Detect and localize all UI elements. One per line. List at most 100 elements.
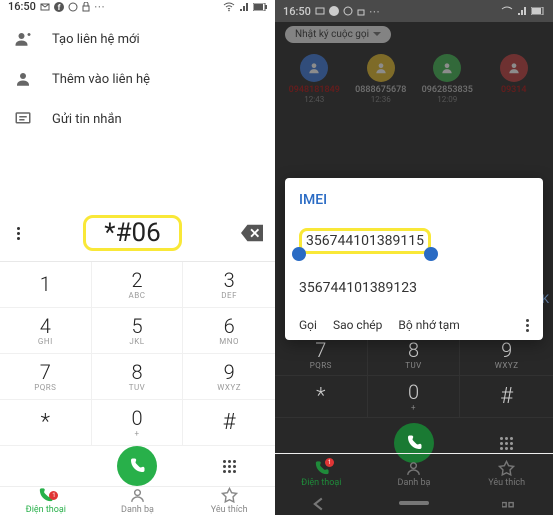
keypad: 1 2ABC 3DEF 4GHI 5JKL 6MNO 7PQRS 8TUV 9W… xyxy=(0,261,275,446)
key-star[interactable]: * xyxy=(0,400,92,446)
star-icon xyxy=(221,487,238,504)
call-button[interactable] xyxy=(117,446,157,486)
contacts-icon xyxy=(129,487,146,504)
context-actions: Gọi Sao chép Bộ nhớ tạm xyxy=(299,318,529,332)
lock-icon xyxy=(357,6,365,16)
nav-recent[interactable] xyxy=(502,497,516,511)
key-6[interactable]: 6MNO xyxy=(183,308,275,354)
dialed-number: *#06 xyxy=(83,215,181,251)
facebook-icon: f xyxy=(54,2,64,12)
avatar-icon xyxy=(500,54,528,82)
key-star: * xyxy=(275,376,368,418)
action-more[interactable] xyxy=(526,319,529,332)
phone-badge: 1 xyxy=(325,458,334,467)
menu-label: Gửi tin nhắn xyxy=(52,112,122,127)
dialog-title: IMEI xyxy=(299,192,529,208)
tab-favorites[interactable]: Yêu thích xyxy=(183,487,275,515)
status-bar: 16:50 f ⋯ xyxy=(0,0,275,13)
new-contact-icon xyxy=(14,30,32,48)
dial-more-button[interactable] xyxy=(12,227,24,240)
tab-label: Danh bạ xyxy=(121,505,154,515)
svg-text:f: f xyxy=(57,3,60,12)
key-9: 9WXYZ xyxy=(460,334,553,376)
recent-contact[interactable]: 0962853835 12:09 xyxy=(417,54,477,104)
status-time: 16:50 xyxy=(283,5,311,18)
menu-label: Tạo liên hệ mới xyxy=(52,32,140,47)
dialer-action-row xyxy=(0,446,275,486)
tab-label: Yêu thích xyxy=(211,505,248,515)
nav-home[interactable] xyxy=(399,501,429,507)
messenger-icon xyxy=(343,6,353,16)
menu-label: Thêm vào liên hệ xyxy=(52,72,150,87)
phone-badge: 1 xyxy=(49,491,58,500)
selection-handle-left[interactable] xyxy=(292,247,306,261)
status-more: ⋯ xyxy=(94,0,105,13)
key-8: 8TUV xyxy=(368,334,461,376)
key-hash[interactable]: # xyxy=(183,400,275,446)
avatar-icon xyxy=(433,54,461,82)
wifi-icon xyxy=(223,2,235,12)
key-3[interactable]: 3DEF xyxy=(183,262,275,308)
keypad-toggle-button[interactable] xyxy=(223,460,236,473)
battery-icon xyxy=(531,7,545,15)
status-bar: 16:50 ⋯ xyxy=(275,0,553,22)
recent-contact[interactable]: 0888675678 12:36 xyxy=(351,54,411,104)
menu-add-to-contact[interactable]: Thêm vào liên hệ xyxy=(0,59,275,99)
notif-icon xyxy=(315,6,325,16)
messenger-icon xyxy=(68,2,78,12)
dial-display-row: *#06 xyxy=(0,215,275,261)
tab-phone[interactable]: 1 Điện thoại xyxy=(0,487,92,515)
nav-back[interactable] xyxy=(312,497,326,511)
key-1[interactable]: 1 xyxy=(0,262,92,308)
action-call[interactable]: Gọi xyxy=(299,318,317,332)
tab-contacts[interactable]: Danh bạ xyxy=(92,487,184,515)
key-8[interactable]: 8TUV xyxy=(92,354,184,400)
recent-contacts: 0948181849 12:43 0888675678 12:36 096285… xyxy=(275,54,553,104)
signal-icon xyxy=(239,2,249,12)
bottom-tabs: 1 Điện thoại Danh bạ Yêu thích xyxy=(0,486,275,515)
imei-2[interactable]: 356744101389123 xyxy=(299,274,529,302)
key-0: 0+ xyxy=(368,376,461,418)
recent-contact[interactable]: 09314 xyxy=(484,54,544,104)
phone-icon xyxy=(128,457,146,475)
backspace-button[interactable] xyxy=(241,224,263,242)
contacts-icon xyxy=(405,460,422,477)
bottom-tabs: 1 Điện thoại Danh bạ Yêu thích xyxy=(275,453,553,493)
key-2[interactable]: 2ABC xyxy=(92,262,184,308)
contact-icon xyxy=(14,70,32,88)
menu-new-contact[interactable]: Tạo liên hệ mới xyxy=(0,19,275,59)
notif-icon xyxy=(40,2,50,12)
key-4[interactable]: 4GHI xyxy=(0,308,92,354)
imei-screen: 16:50 ⋯ Nhật ký cuộc gọi 0948181849 12:4… xyxy=(275,0,553,515)
call-log-chip[interactable]: Nhật ký cuộc gọi xyxy=(285,26,391,43)
key-hash: # xyxy=(460,376,553,418)
imei-1[interactable]: 356744101389115 xyxy=(299,222,529,260)
selection-handle-right[interactable] xyxy=(424,247,438,261)
dialer-screen: 16:50 f ⋯ Tạo liên hệ mới Thêm vào liên … xyxy=(0,0,275,515)
recent-contact[interactable]: 0948181849 12:43 xyxy=(284,54,344,104)
key-7[interactable]: 7PQRS xyxy=(0,354,92,400)
star-icon xyxy=(498,460,515,477)
facebook-icon xyxy=(329,6,339,16)
imei-dialog: IMEI 356744101389115 356744101389123 Gọi… xyxy=(285,178,543,340)
lock-icon xyxy=(82,2,90,12)
key-5[interactable]: 5JKL xyxy=(92,308,184,354)
message-icon xyxy=(14,110,32,128)
tab-favorites: Yêu thích xyxy=(460,454,553,493)
phone-icon xyxy=(405,434,423,452)
status-time: 16:50 xyxy=(8,0,36,13)
battery-icon xyxy=(253,3,267,11)
signal-icon xyxy=(517,6,527,16)
key-9[interactable]: 9WXYZ xyxy=(183,354,275,400)
wifi-icon xyxy=(501,6,513,16)
avatar-icon xyxy=(300,54,328,82)
key-0[interactable]: 0+ xyxy=(92,400,184,446)
menu-send-message[interactable]: Gửi tin nhắn xyxy=(0,99,275,139)
dialer-menu: Tạo liên hệ mới Thêm vào liên hệ Gửi tin… xyxy=(0,13,275,145)
keypad-dimmed: 7PQRS 8TUV 9WXYZ * 0+ # xyxy=(275,334,553,418)
action-clipboard[interactable]: Bộ nhớ tạm xyxy=(398,318,459,332)
key-7: 7PQRS xyxy=(275,334,368,376)
action-copy[interactable]: Sao chép xyxy=(333,318,382,332)
avatar-icon xyxy=(367,54,395,82)
keypad-toggle-button xyxy=(500,437,513,450)
